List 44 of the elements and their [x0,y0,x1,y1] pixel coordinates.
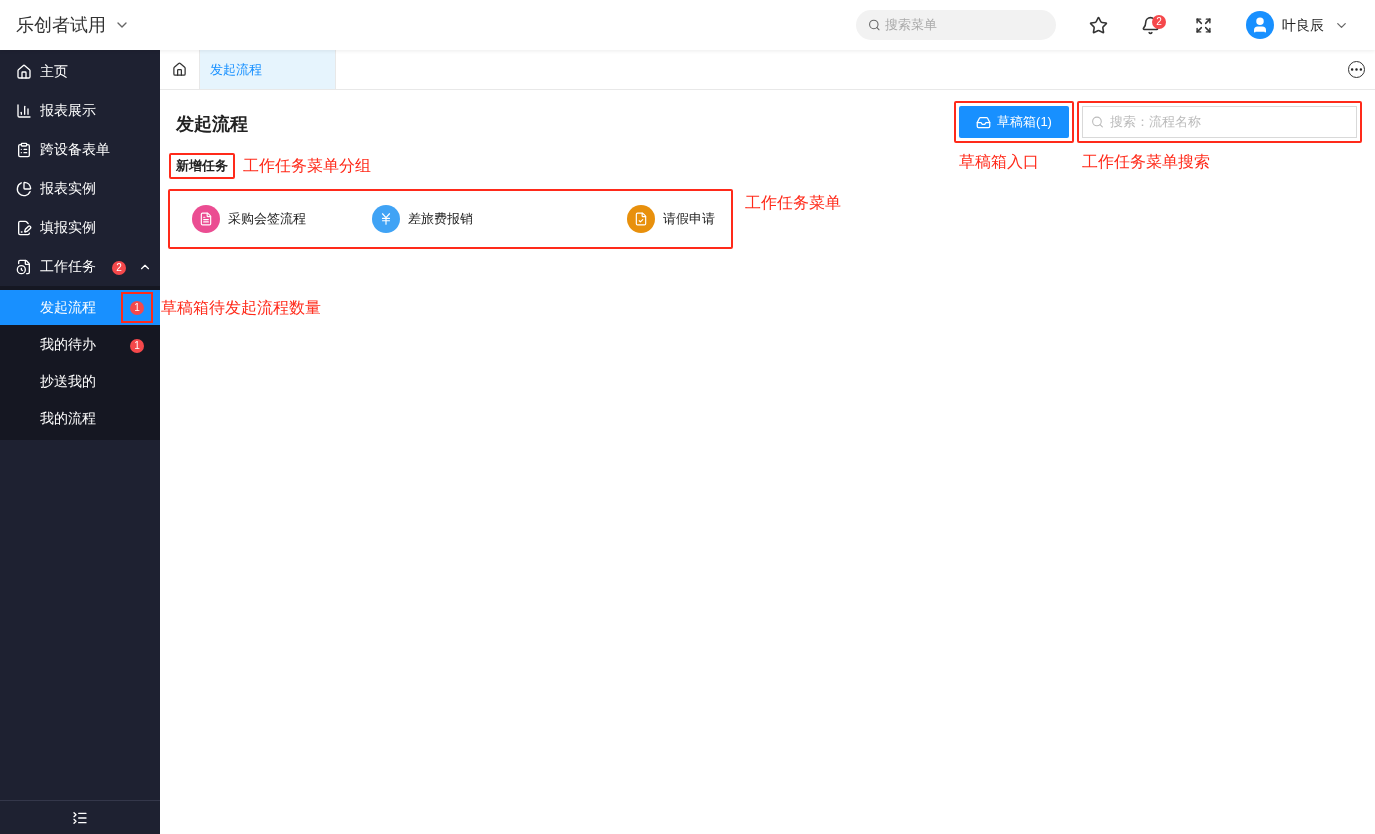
submenu-item[interactable]: 我的流程 [0,401,160,436]
sidebar-item[interactable]: 工作任务 2 [0,247,160,286]
count-badge: 2 [1152,14,1166,29]
group-heading: 新增任务 [176,157,228,176]
bar-chart-icon [16,102,32,119]
sidebar-item[interactable]: 填报实例 [0,208,160,247]
search-icon [868,18,881,32]
document-clock-icon [16,258,32,275]
clipboard-icon [16,141,32,158]
task-menu-item[interactable]: 差旅费报销 [371,205,552,233]
edit-document-icon [16,219,32,236]
annotation-label: 工作任务菜单分组 [243,156,371,176]
annotation-label: 草稿箱待发起流程数量 [161,297,321,318]
count-badge: 2 [112,261,126,275]
menu-search-field[interactable]: 搜索菜单 [856,10,1056,40]
annotation-label: 草稿箱入口 [959,152,1040,172]
home-icon [16,63,32,80]
star-icon[interactable] [1089,15,1108,35]
collapse-menu-icon[interactable] [72,809,88,826]
fullscreen-icon[interactable] [1195,16,1212,34]
annotation-label: 工作任务菜单 [745,193,841,213]
sidebar-item[interactable]: 报表实例 [0,169,160,208]
sidebar-item[interactable]: 主页 [0,52,160,91]
submenu-item[interactable]: 我的待办 1 [0,327,160,362]
page-title: 发起流程 [176,113,249,135]
search-input[interactable]: 搜索菜单 [884,15,1044,35]
sidebar-item[interactable]: 跨设备表单 [0,130,160,169]
user-name[interactable]: 叶良辰 [1282,14,1324,36]
sidebar-item[interactable]: 报表展示 [0,91,160,130]
home-icon[interactable] [172,62,187,77]
count-badge: 1 [130,300,144,315]
process-search-field[interactable]: 搜索：流程名称 [1082,106,1357,138]
submenu-item[interactable]: 抄送我的 [0,364,160,399]
bell-icon[interactable] [1141,15,1160,35]
app-title[interactable]: 乐创者试用 [16,11,106,39]
annotation-label: 工作任务菜单搜索 [1082,152,1211,172]
user-avatar[interactable] [1246,11,1274,39]
count-badge: 1 [130,339,144,353]
inbox-icon [976,114,992,130]
task-menu-item[interactable]: 请假申请 [627,205,731,233]
task-menu-item[interactable]: 采购会签流程 [192,205,372,233]
pie-chart-icon [16,180,32,197]
search-icon [1091,115,1104,129]
search-input[interactable]: 搜索：流程名称 [1109,112,1348,132]
